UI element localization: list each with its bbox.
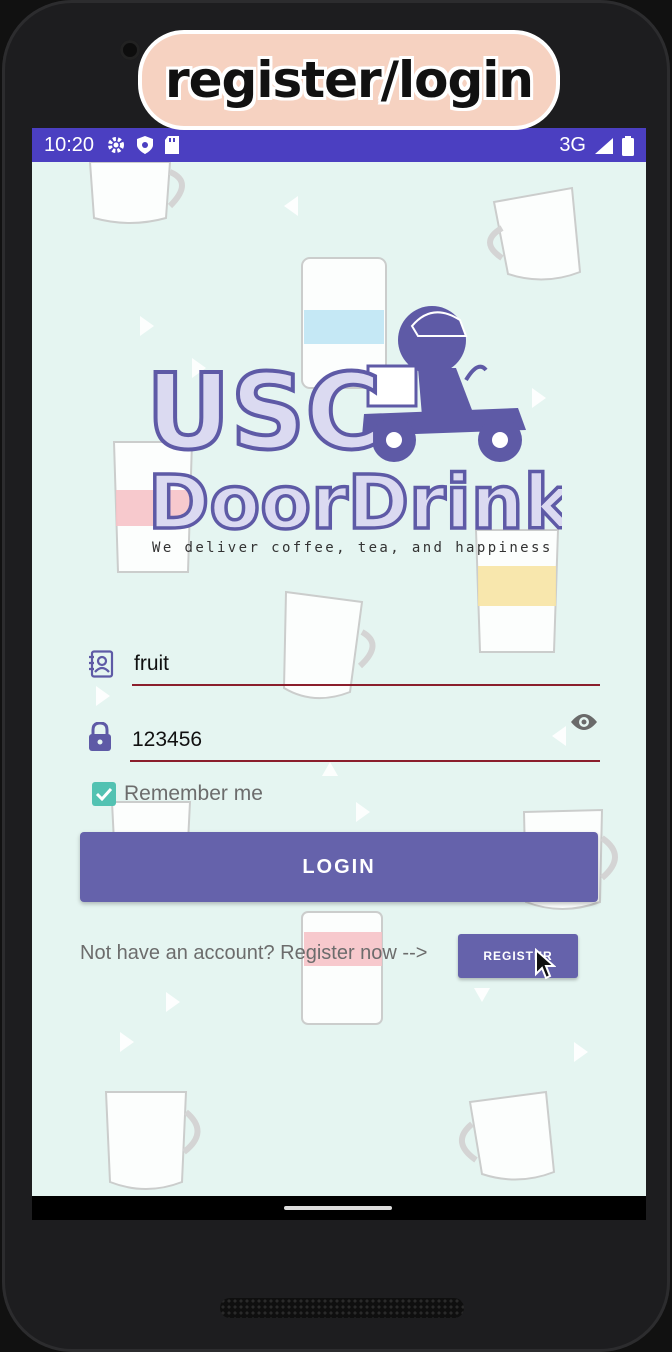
signal-icon <box>595 137 613 154</box>
register-button[interactable]: REGISTER <box>458 934 578 978</box>
login-button[interactable]: LOGIN <box>80 832 598 902</box>
navigation-bar <box>32 1196 646 1220</box>
status-bar: 10:20 3G <box>32 128 646 162</box>
remember-me-checkbox[interactable] <box>92 782 116 806</box>
app-logo: USC DoorDrink We deliver coffee, tea, an… <box>144 306 562 556</box>
shield-icon <box>137 136 153 154</box>
delivery-scooter-icon <box>362 306 526 462</box>
register-prompt: Not have an account? Register now --> <box>80 942 428 964</box>
check-icon <box>95 787 113 801</box>
sd-card-icon <box>165 136 179 154</box>
mouse-cursor-icon <box>535 948 556 980</box>
home-gesture-pill[interactable] <box>284 1206 392 1210</box>
settings-icon <box>108 137 124 153</box>
lock-icon <box>89 722 111 751</box>
remember-me-label: Remember me <box>124 782 263 805</box>
app-screen: 10:20 3G USC DoorDrink We deliver coffee… <box>32 128 646 1220</box>
username-input[interactable] <box>132 644 600 686</box>
contact-card-icon <box>89 650 114 678</box>
logo-tagline: We deliver coffee, tea, and happiness <box>152 540 553 556</box>
video-caption: register/login <box>138 30 560 130</box>
speaker-grille <box>220 1298 464 1318</box>
logo-text-usc: USC <box>146 351 382 473</box>
caption-text: register/login <box>164 51 534 109</box>
front-camera <box>120 40 140 60</box>
password-input[interactable] <box>130 720 600 762</box>
battery-icon <box>622 135 634 156</box>
eye-icon[interactable] <box>570 712 598 732</box>
remember-me-row[interactable]: Remember me <box>92 782 263 806</box>
logo-text-doordrink: DoorDrink <box>148 460 562 546</box>
network-type: 3G <box>559 134 586 156</box>
status-time: 10:20 <box>44 134 95 156</box>
